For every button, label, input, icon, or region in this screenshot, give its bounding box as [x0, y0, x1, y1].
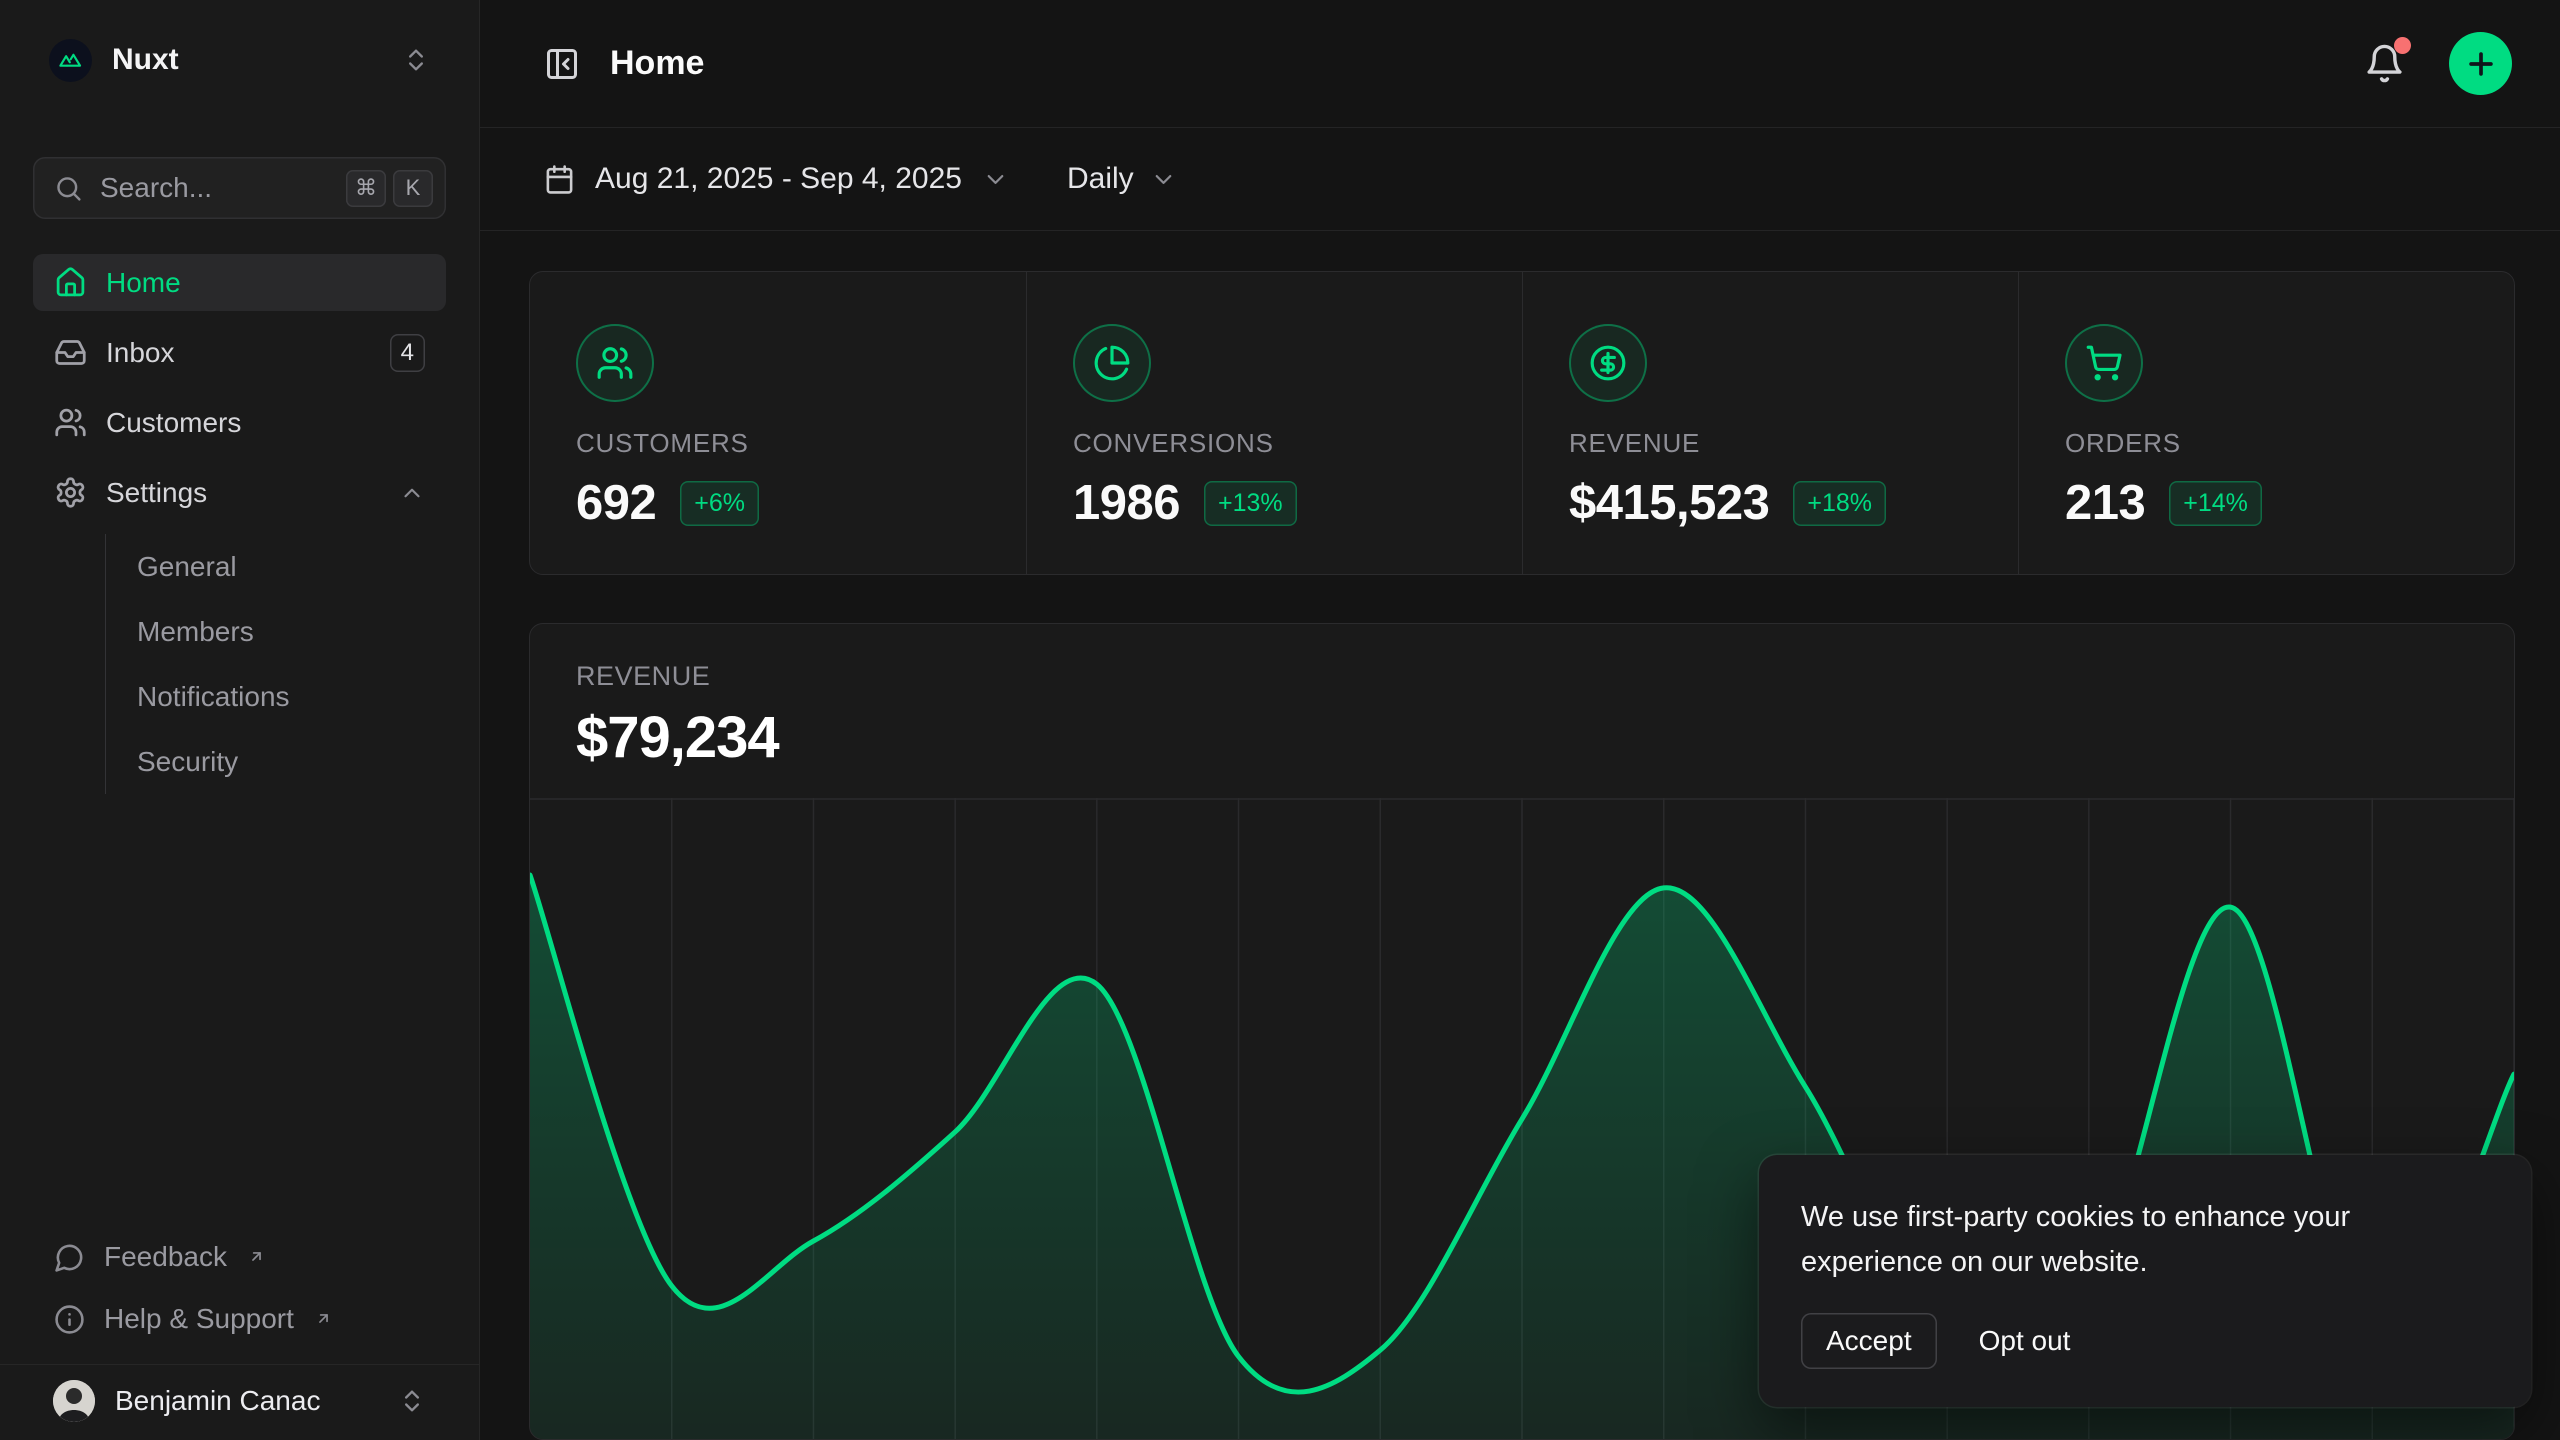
cookie-actions: Accept Opt out	[1801, 1313, 2489, 1369]
stat-conversions[interactable]: CONVERSIONS 1986 +13%	[1026, 272, 1522, 575]
opt-out-button[interactable]: Opt out	[1979, 1325, 2071, 1357]
notifications-button[interactable]	[2358, 37, 2411, 90]
users-icon	[54, 406, 87, 439]
page-header: Home	[480, 0, 2560, 128]
shopping-cart-icon	[2065, 324, 2143, 402]
sub-item-label: Notifications	[137, 681, 290, 713]
accept-button[interactable]: Accept	[1801, 1313, 1937, 1369]
sidebar-item-inbox[interactable]: Inbox 4	[33, 324, 446, 381]
stat-orders[interactable]: ORDERS 213 +14%	[2018, 272, 2514, 575]
chat-bubble-icon	[54, 1242, 85, 1273]
revenue-chart-value: $79,234	[576, 704, 2468, 771]
stat-label: CONVERSIONS	[1073, 428, 1476, 459]
sidebar-item-settings[interactable]: Settings	[33, 464, 446, 521]
chevron-up-icon	[399, 480, 425, 506]
stat-revenue[interactable]: REVENUE $415,523 +18%	[1522, 272, 2018, 575]
revenue-chart-label: REVENUE	[576, 661, 2468, 692]
pie-chart-icon	[1073, 324, 1151, 402]
stat-delta-badge: +14%	[2169, 481, 2262, 526]
settings-subnav: General Members Notifications Security	[105, 534, 446, 794]
search-icon	[54, 174, 83, 203]
sidebar-item-members[interactable]: Members	[106, 599, 446, 664]
external-link-icon	[315, 1302, 332, 1334]
sidebar-item-label: Inbox	[106, 337, 371, 369]
sub-item-label: Members	[137, 616, 254, 648]
workspace-selector[interactable]: Nuxt	[33, 26, 446, 94]
user-menu[interactable]: Benjamin Canac	[0, 1364, 479, 1440]
home-icon	[54, 266, 87, 299]
kbd-meta: ⌘	[346, 170, 386, 207]
stats-card: CUSTOMERS 692 +6% CONVERSIONS 1986 +13%	[529, 271, 2515, 575]
chevron-down-icon	[1150, 166, 1177, 193]
revenue-chart-header: REVENUE $79,234	[530, 624, 2514, 771]
user-name: Benjamin Canac	[115, 1385, 378, 1417]
search-placeholder: Search...	[100, 172, 329, 204]
cookie-banner: We use first-party cookies to enhance yo…	[1759, 1155, 2531, 1407]
granularity-value: Daily	[1067, 162, 1134, 196]
collapse-sidebar-button[interactable]	[544, 46, 580, 82]
stat-value: 1986	[1073, 475, 1180, 531]
kbd-k: K	[393, 170, 433, 207]
cookie-message: We use first-party cookies to enhance yo…	[1801, 1195, 2489, 1285]
sidebar-item-notifications[interactable]: Notifications	[106, 664, 446, 729]
filters-toolbar: Aug 21, 2025 - Sep 4, 2025 Daily	[480, 128, 2560, 231]
users-icon	[576, 324, 654, 402]
sidebar-item-general[interactable]: General	[106, 534, 446, 599]
sidebar-item-label: Settings	[106, 477, 380, 509]
sub-item-label: General	[137, 551, 237, 583]
header-actions	[2358, 32, 2512, 95]
sidebar-item-label: Home	[106, 267, 425, 299]
help-support-link[interactable]: Help & Support	[33, 1288, 446, 1350]
stat-value: 692	[576, 475, 656, 531]
feedback-label: Feedback	[104, 1241, 227, 1273]
stat-delta-badge: +6%	[680, 481, 759, 526]
info-circle-icon	[54, 1304, 85, 1335]
avatar	[53, 1380, 95, 1422]
date-range-picker[interactable]: Aug 21, 2025 - Sep 4, 2025	[544, 162, 1009, 196]
search-shortcut: ⌘ K	[346, 170, 433, 207]
chevron-down-icon	[982, 166, 1009, 193]
calendar-icon	[544, 164, 575, 195]
stat-label: CUSTOMERS	[576, 428, 980, 459]
stat-value: $415,523	[1569, 475, 1769, 531]
chevrons-up-down-icon	[398, 1387, 426, 1415]
notification-dot	[2394, 37, 2411, 54]
date-range-value: Aug 21, 2025 - Sep 4, 2025	[595, 162, 962, 196]
help-support-label: Help & Support	[104, 1303, 294, 1335]
page-title: Home	[610, 44, 704, 83]
sidebar-footer: Feedback Help & Support	[33, 1226, 446, 1364]
stat-delta-badge: +13%	[1204, 481, 1297, 526]
chevrons-up-down-icon	[402, 46, 430, 74]
workspace-name: Nuxt	[112, 43, 382, 77]
search-input[interactable]: Search... ⌘ K	[33, 157, 446, 219]
granularity-select[interactable]: Daily	[1067, 162, 1177, 196]
stat-label: REVENUE	[1569, 428, 1972, 459]
sidebar-item-security[interactable]: Security	[106, 729, 446, 794]
stat-value: 213	[2065, 475, 2145, 531]
stat-label: ORDERS	[2065, 428, 2468, 459]
stat-customers[interactable]: CUSTOMERS 692 +6%	[530, 272, 1026, 575]
gear-icon	[54, 476, 87, 509]
sub-item-label: Security	[137, 746, 238, 778]
sidebar: Nuxt Search... ⌘ K Home	[0, 0, 480, 1440]
sidebar-item-customers[interactable]: Customers	[33, 394, 446, 451]
sidebar-item-label: Customers	[106, 407, 425, 439]
feedback-link[interactable]: Feedback	[33, 1226, 446, 1288]
add-button[interactable]	[2449, 32, 2512, 95]
sidebar-item-home[interactable]: Home	[33, 254, 446, 311]
dollar-circle-icon	[1569, 324, 1647, 402]
nuxt-logo-icon	[49, 39, 92, 82]
stat-delta-badge: +18%	[1793, 481, 1886, 526]
external-link-icon	[248, 1240, 265, 1272]
sidebar-nav: Home Inbox 4 Customers Settings	[33, 254, 446, 798]
inbox-count-badge: 4	[390, 334, 425, 372]
inbox-icon	[54, 336, 87, 369]
